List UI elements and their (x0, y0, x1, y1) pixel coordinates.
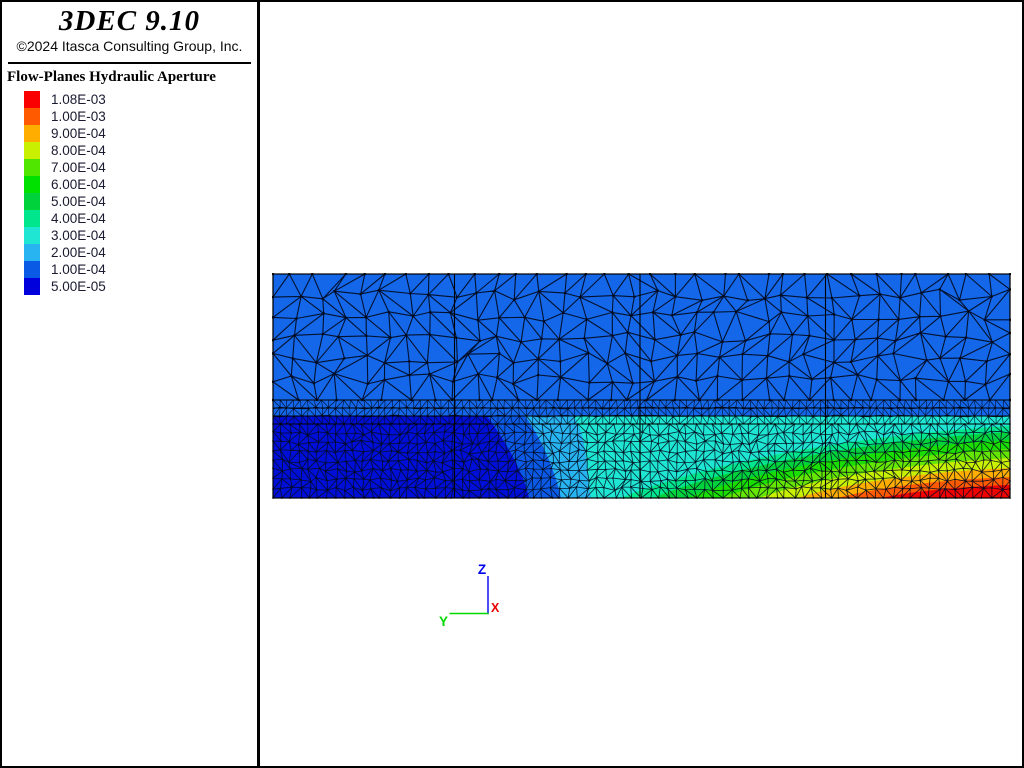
legend-title: Flow-Planes Hydraulic Aperture (7, 69, 255, 86)
legend-color-swatch (24, 176, 40, 193)
legend-value-label: 3.00E-04 (51, 227, 106, 244)
legend-value-label: 1.00E-03 (51, 108, 106, 125)
mesh-plot[interactable] (272, 273, 1011, 499)
axis-triad: Z Y X (432, 557, 512, 632)
legend-color-swatch (24, 108, 40, 125)
legend-value-label: 9.00E-04 (51, 125, 106, 142)
legend-color-swatch (24, 91, 40, 108)
legend-color-swatch (24, 159, 40, 176)
legend-color-swatch (24, 142, 40, 159)
legend-value-label: 8.00E-04 (51, 142, 106, 159)
legend-entry: 7.00E-04 (24, 159, 106, 176)
legend-color-swatch (24, 278, 40, 295)
legend-entry: 1.08E-03 (24, 91, 106, 108)
legend-entry: 1.00E-04 (24, 261, 106, 278)
legend-value-label: 1.00E-04 (51, 261, 106, 278)
legend-entry: 8.00E-04 (24, 142, 106, 159)
legend-entry: 6.00E-04 (24, 176, 106, 193)
legend-entry: 3.00E-04 (24, 227, 106, 244)
z-axis-label: Z (478, 562, 486, 577)
legend-value-label: 6.00E-04 (51, 176, 106, 193)
application-window: 3DEC 9.10 ©2024 Itasca Consulting Group,… (0, 0, 1024, 768)
y-axis-label: Y (439, 614, 448, 629)
legend-color-swatch (24, 227, 40, 244)
legend-entry: 1.00E-03 (24, 108, 106, 125)
app-title: 3DEC 9.10 (2, 5, 257, 38)
legend-value-label: 1.08E-03 (51, 91, 106, 108)
legend-color-swatch (24, 193, 40, 210)
color-scale-legend: 1.08E-031.00E-039.00E-048.00E-047.00E-04… (24, 91, 106, 295)
legend-color-swatch (24, 261, 40, 278)
legend-entry: 5.00E-04 (24, 193, 106, 210)
legend-color-swatch (24, 210, 40, 227)
model-viewport[interactable]: Z Y X (260, 2, 1024, 766)
legend-value-label: 2.00E-04 (51, 244, 106, 261)
legend-color-swatch (24, 244, 40, 261)
legend-value-label: 5.00E-05 (51, 278, 106, 295)
legend-value-label: 7.00E-04 (51, 159, 106, 176)
sidebar: 3DEC 9.10 ©2024 Itasca Consulting Group,… (2, 2, 257, 766)
legend-color-swatch (24, 125, 40, 142)
legend-entry: 2.00E-04 (24, 244, 106, 261)
divider-line (8, 62, 251, 64)
legend-value-label: 5.00E-04 (51, 193, 106, 210)
legend-entry: 9.00E-04 (24, 125, 106, 142)
legend-entry: 5.00E-05 (24, 278, 106, 295)
copyright-text: ©2024 Itasca Consulting Group, Inc. (2, 38, 257, 54)
legend-entry: 4.00E-04 (24, 210, 106, 227)
x-axis-label: X (491, 601, 500, 615)
legend-value-label: 4.00E-04 (51, 210, 106, 227)
